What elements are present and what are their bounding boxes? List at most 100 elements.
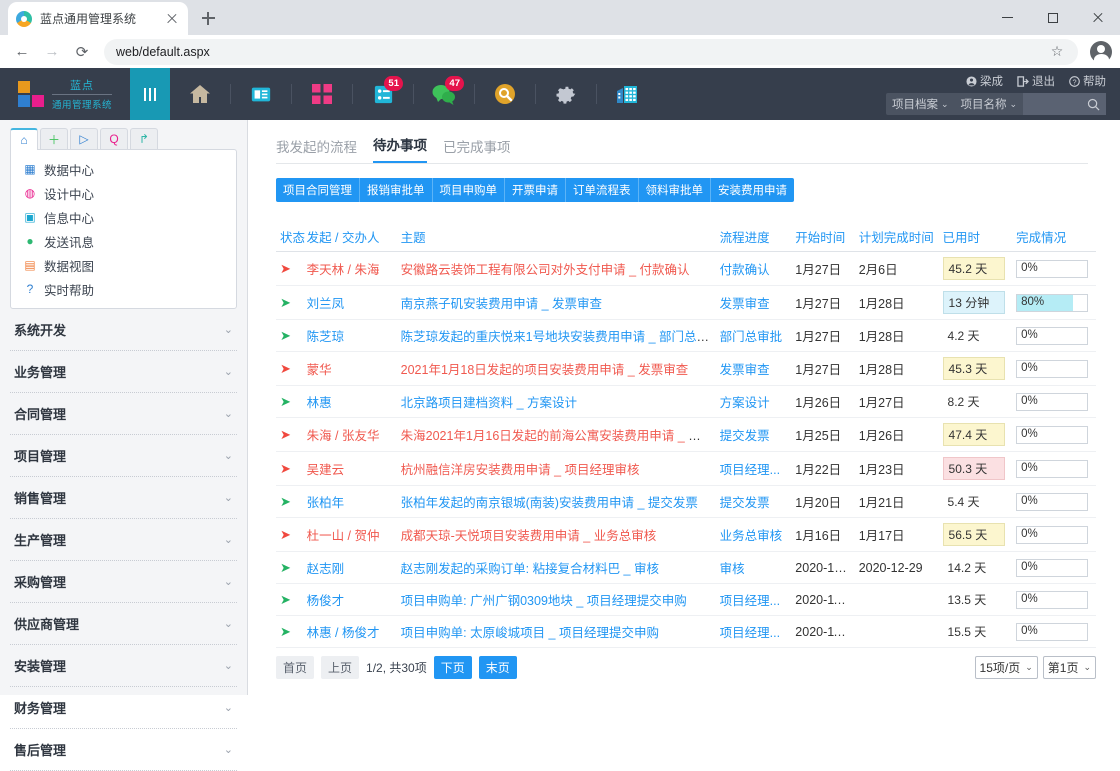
table-row[interactable]: ➤ 蒙华 2021年1月18日发起的项目安装费用申请 _ 发票审查 发票审查 1月27日… (276, 351, 1096, 386)
progress-link[interactable]: 付款确认 (720, 263, 770, 277)
sidebar-tab-play[interactable]: ▷ (70, 128, 98, 149)
initiator-link[interactable]: 朱海 / 张友华 (307, 429, 380, 443)
table-row[interactable]: ➤ 林惠 / 杨俊才 项目申购单: 太原峻城项目 _ 项目经理提交申购 项目经理...… (276, 615, 1096, 648)
user-menu[interactable]: 梁成 (966, 73, 1003, 89)
cell-subject[interactable]: 赵志刚发起的采购订单: 粘接复合材料巴 _ 审核 (396, 551, 716, 584)
progress-link[interactable]: 业务总审核 (720, 529, 783, 543)
subject-link[interactable]: 北京路项目建档资料 _ 方案设计 (401, 396, 577, 410)
sidebar-tab-search[interactable]: Q (100, 128, 128, 149)
cell-progress[interactable]: 项目经理... (715, 583, 792, 616)
cell-progress[interactable]: 提交发票 (715, 417, 792, 452)
table-row[interactable]: ➤ 杨俊才 项目申购单: 广州广钢0309地块 _ 项目经理提交申购 项目经理... 2… (276, 583, 1096, 616)
cell-subject[interactable]: 项目申购单: 广州广钢0309地块 _ 项目经理提交申购 (396, 583, 716, 616)
subject-link[interactable]: 安徽路云装饰工程有限公司对外支付申请 _ 付款确认 (401, 263, 690, 277)
progress-link[interactable]: 部门总审批 (720, 330, 783, 344)
back-icon[interactable]: ← (8, 38, 36, 66)
subject-link[interactable]: 成都天琼-天悦项目安装费用申请 _ 业务总审核 (401, 529, 657, 543)
subject-link[interactable]: 张柏年发起的南京银城(南装)安装费用申请 _ 提交发票 (401, 496, 698, 510)
maximize-button[interactable] (1030, 0, 1075, 35)
cell-subject[interactable]: 北京路项目建档资料 _ 方案设计 (396, 385, 716, 418)
subject-link[interactable]: 南京燕子矶安装费用申请 _ 发票审查 (401, 297, 602, 311)
address-bar[interactable]: web/default.aspx ☆ (104, 38, 1078, 65)
sidebar-tab-home[interactable]: ⌂ (10, 128, 38, 150)
cell-progress[interactable]: 业务总审核 (715, 517, 792, 552)
cell-progress[interactable]: 项目经理... (715, 615, 792, 648)
progress-link[interactable]: 审核 (720, 562, 745, 576)
progress-link[interactable]: 项目经理... (720, 594, 780, 608)
nav-gear-icon[interactable] (536, 68, 596, 120)
nav-building-icon[interactable] (597, 68, 657, 120)
subject-link[interactable]: 赵志刚发起的采购订单: 粘接复合材料巴 _ 审核 (401, 562, 659, 576)
menu-toggle-button[interactable] (130, 68, 170, 120)
table-row[interactable]: ➤ 吴建云 杭州融信洋房安装费用申请 _ 项目经理审核 项目经理... 1月22日 1月2… (276, 451, 1096, 486)
subject-link[interactable]: 朱海2021年1月16日发起的前海公寓安装费用申请 _ 提交发票 (401, 429, 716, 443)
table-row[interactable]: ➤ 赵志刚 赵志刚发起的采购订单: 粘接复合材料巴 _ 审核 审核 2020-12-..… (276, 551, 1096, 584)
initiator-link[interactable]: 杨俊才 (307, 594, 345, 608)
cell-subject[interactable]: 张柏年发起的南京银城(南装)安装费用申请 _ 提交发票 (396, 485, 716, 518)
sidebar-item-live-help[interactable]: ? 实时帮助 (11, 277, 236, 301)
browser-tab[interactable]: 蓝点通用管理系统 (8, 2, 188, 35)
sidebar-item-data-view[interactable]: ▤ 数据视图 (11, 253, 236, 277)
nav-search-circle-icon[interactable] (475, 68, 535, 120)
cell-progress[interactable]: 项目经理... (715, 451, 792, 486)
sidebar-group-contract[interactable]: 合同管理 ⌄ (10, 393, 237, 435)
search-input[interactable] (1023, 93, 1106, 115)
table-row[interactable]: ➤ 李天林 / 朱海 安徽路云装饰工程有限公司对外支付申请 _ 付款确认 付款确认 1月… (276, 251, 1096, 286)
cell-initiator[interactable]: 李天林 / 朱海 (302, 251, 397, 286)
cell-progress[interactable]: 付款确认 (715, 251, 792, 286)
subject-link[interactable]: 陈芝琼发起的重庆悦来1号地块安装费用申请 _ 部门总审批 (401, 330, 716, 344)
page-number-select[interactable]: 第1页 ⌄ (1042, 656, 1096, 679)
help-button[interactable]: ? 帮助 (1069, 73, 1106, 89)
col-subject[interactable]: 主题 (396, 222, 716, 252)
subject-link[interactable]: 杭州融信洋房安装费用申请 _ 项目经理审核 (401, 463, 640, 477)
sidebar-group-system-dev[interactable]: 系统开发 ⌄ (10, 309, 237, 351)
subject-link[interactable]: 项目申购单: 广州广钢0309地块 _ 项目经理提交申购 (401, 594, 687, 608)
cell-subject[interactable]: 成都天琼-天悦项目安装费用申请 _ 业务总审核 (396, 517, 716, 552)
sidebar-item-send-message[interactable]: ● 发送讯息 (11, 229, 236, 253)
page-prev-button[interactable]: 上页 (321, 656, 360, 679)
window-close-button[interactable] (1075, 0, 1120, 35)
sidebar-item-info-center[interactable]: ▣ 信息中心 (11, 205, 236, 229)
initiator-link[interactable]: 蒙华 (307, 363, 332, 377)
cell-initiator[interactable]: 杜一山 / 贺仲 (302, 517, 397, 552)
cell-progress[interactable]: 提交发票 (715, 485, 792, 518)
table-row[interactable]: ➤ 朱海 / 张友华 朱海2021年1月16日发起的前海公寓安装费用申请 _ 提交发… (276, 417, 1096, 452)
sidebar-group-aftersales[interactable]: 售后管理 ⌄ (10, 729, 237, 771)
cell-initiator[interactable]: 吴建云 (302, 451, 397, 486)
nav-grid-icon[interactable] (292, 68, 352, 120)
col-progress[interactable]: 流程进度 (715, 222, 792, 252)
initiator-link[interactable]: 杜一山 / 贺仲 (307, 529, 380, 543)
initiator-link[interactable]: 吴建云 (307, 463, 345, 477)
search-field-select[interactable]: 项目名称 ⌄ (955, 96, 1024, 112)
logout-button[interactable]: 退出 (1017, 73, 1055, 89)
col-completion[interactable]: 完成情况 (1012, 222, 1096, 252)
chip-order-flow[interactable]: 订单流程表 (566, 178, 639, 202)
cell-initiator[interactable]: 陈芝琼 (302, 319, 397, 352)
sidebar-group-project[interactable]: 项目管理 ⌄ (10, 435, 237, 477)
table-row[interactable]: ➤ 刘兰凤 南京燕子矶安装费用申请 _ 发票审查 发票审查 1月27日 1月28日 13 分… (276, 285, 1096, 320)
cell-progress[interactable]: 发票审查 (715, 351, 792, 386)
tab-my-processes[interactable]: 我发起的流程 (276, 136, 357, 163)
sidebar-group-purchase[interactable]: 采购管理 ⌄ (10, 561, 237, 603)
page-first-button[interactable]: 首页 (276, 656, 315, 679)
cell-subject[interactable]: 南京燕子矶安装费用申请 _ 发票审查 (396, 285, 716, 320)
cell-subject[interactable]: 2021年1月18日发起的项目安装费用申请 _ 发票审查 (396, 351, 716, 386)
col-status[interactable]: 状态 (276, 222, 305, 252)
cell-progress[interactable]: 部门总审批 (715, 319, 792, 352)
chip-project-purchase[interactable]: 项目申购单 (432, 178, 505, 202)
chip-invoice-request[interactable]: 开票申请 (505, 178, 566, 202)
forward-icon[interactable]: → (38, 38, 66, 66)
cell-progress[interactable]: 方案设计 (715, 385, 792, 418)
cell-subject[interactable]: 安徽路云装饰工程有限公司对外支付申请 _ 付款确认 (396, 251, 716, 286)
sidebar-group-finance[interactable]: 财务管理 ⌄ (10, 687, 237, 729)
page-last-button[interactable]: 末页 (478, 656, 517, 679)
sidebar-group-supplier[interactable]: 供应商管理 ⌄ (10, 603, 237, 645)
table-row[interactable]: ➤ 林惠 北京路项目建档资料 _ 方案设计 方案设计 1月26日 1月27日 8.2 天 0% (276, 385, 1096, 418)
page-size-select[interactable]: 15项/页 ⌄ (974, 656, 1038, 679)
progress-link[interactable]: 项目经理... (720, 626, 780, 640)
close-icon[interactable] (164, 11, 180, 27)
cell-initiator[interactable]: 杨俊才 (302, 583, 397, 616)
sidebar-group-production[interactable]: 生产管理 ⌄ (10, 519, 237, 561)
page-next-button[interactable]: 下页 (433, 656, 472, 679)
cell-subject[interactable]: 杭州融信洋房安装费用申请 _ 项目经理审核 (396, 451, 716, 486)
